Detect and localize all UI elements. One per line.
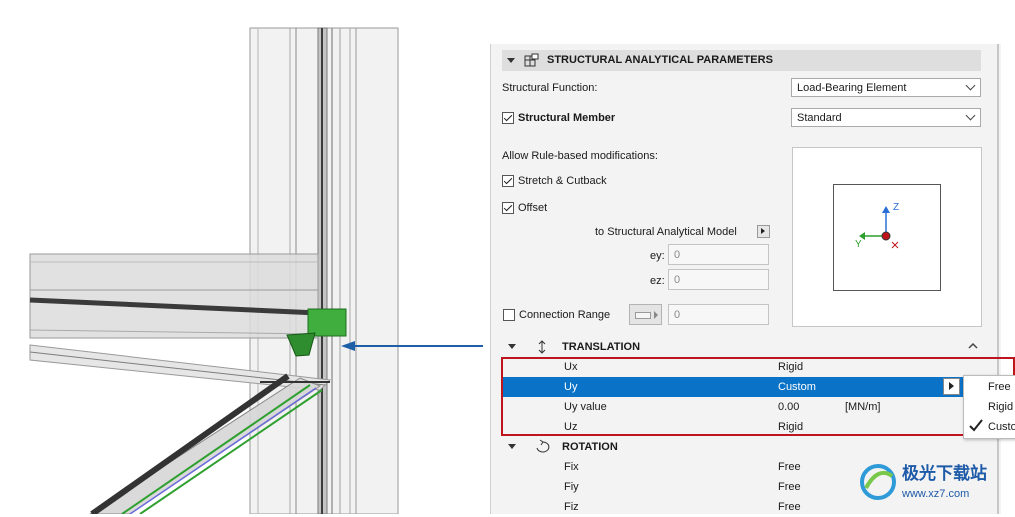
row-value: Free <box>778 501 801 513</box>
rotate-icon <box>536 439 550 453</box>
axis-y-label: Y <box>855 239 862 250</box>
menu-item-rigid[interactable]: Rigid <box>988 401 1013 414</box>
axis-gizmo <box>859 206 899 249</box>
section-title: STRUCTURAL ANALYTICAL PARAMETERS <box>547 54 773 66</box>
structural-member-value: Standard <box>797 112 842 124</box>
ey-field[interactable]: 0 <box>668 244 769 265</box>
stretch-label: Stretch & Cutback <box>518 175 607 187</box>
collapse-triangle-icon[interactable] <box>507 58 515 63</box>
3d-viewport[interactable] <box>0 0 490 517</box>
chevron-down-icon <box>965 80 976 91</box>
rule-mods-label: Allow Rule-based modifications: <box>502 150 658 162</box>
stretch-checkbox[interactable] <box>502 175 514 187</box>
structural-member-select[interactable]: Standard <box>791 108 981 127</box>
menu-item-custom[interactable]: Custo <box>988 421 1015 434</box>
offset-label: Offset <box>518 202 548 214</box>
section-header[interactable]: STRUCTURAL ANALYTICAL PARAMETERS <box>502 50 981 71</box>
ez-value: 0 <box>674 274 681 286</box>
row-name: Fiy <box>564 481 579 493</box>
axis-z-label: Z <box>893 202 900 213</box>
translation-title: TRANSLATION <box>562 341 641 353</box>
panel-scrollbar[interactable] <box>997 44 999 514</box>
row-value: Free <box>778 461 801 473</box>
translation-group-header[interactable]: TRANSLATION <box>502 337 981 357</box>
watermark: 极光下载站 www.xz7.com <box>858 458 1013 514</box>
connection-range-value: 0 <box>674 309 681 321</box>
structural-function-label: Structural Function: <box>502 82 598 94</box>
ey-value: 0 <box>674 249 681 261</box>
section-preview: Z Y <box>833 184 941 291</box>
structural-function-value: Load-Bearing Element <box>797 82 907 94</box>
row-name: Fiz <box>564 501 579 513</box>
ez-field[interactable]: 0 <box>668 269 769 290</box>
watermark-url: www.xz7.com <box>902 488 970 500</box>
structural-member-checkbox[interactable] <box>502 112 514 124</box>
vertical-arrows-icon <box>538 340 546 354</box>
chevron-up-icon[interactable] <box>968 342 978 350</box>
pointer-arrow-line <box>355 345 483 347</box>
play-arrow-icon <box>654 311 658 319</box>
chevron-down-icon <box>965 110 976 121</box>
arrow-left-icon <box>341 341 355 351</box>
offset-checkbox[interactable] <box>502 202 514 214</box>
ez-label: ez: <box>650 275 665 287</box>
aurora-logo-icon <box>860 464 896 500</box>
structural-model-view <box>29 27 399 517</box>
rotation-title: ROTATION <box>562 441 618 453</box>
collapse-triangle-icon[interactable] <box>508 344 516 349</box>
menu-item-free[interactable]: Free <box>988 381 1011 394</box>
row-value: Free <box>778 481 801 493</box>
rotation-group-header[interactable]: ROTATION <box>502 437 981 457</box>
play-arrow-icon[interactable] <box>757 225 770 238</box>
structural-function-select[interactable]: Load-Bearing Element <box>791 78 981 97</box>
value-dropdown-menu: Free Rigid Custo <box>963 375 1015 439</box>
collapse-triangle-icon[interactable] <box>508 444 516 449</box>
connection-range-checkbox[interactable] <box>503 309 515 321</box>
highlight-box <box>501 357 1015 436</box>
structural-member-label: Structural Member <box>518 112 616 124</box>
watermark-title: 极光下载站 <box>902 464 987 483</box>
range-bar-icon <box>635 312 651 319</box>
grid-settings-icon <box>524 53 539 67</box>
range-toggle-button[interactable] <box>629 304 662 325</box>
ey-label: ey: <box>650 250 665 262</box>
connection-range-field[interactable]: 0 <box>668 304 769 325</box>
checkmark-icon <box>969 419 983 432</box>
row-name: Fix <box>564 461 579 473</box>
to-model-label: to Structural Analytical Model <box>595 226 737 238</box>
connection-range-label: Connection Range <box>519 309 611 321</box>
